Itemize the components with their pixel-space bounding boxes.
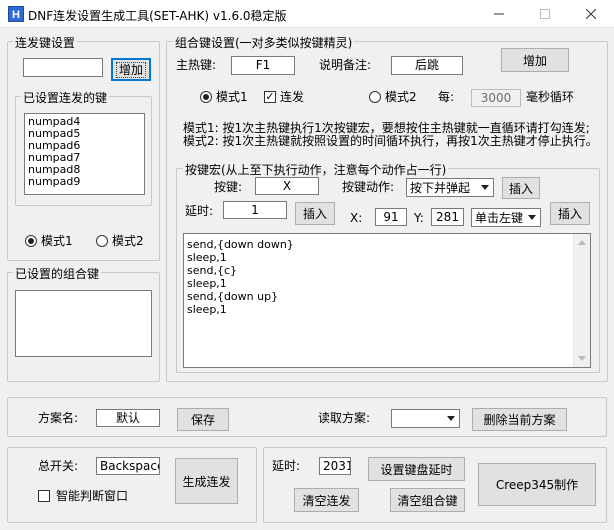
burst-add-label: 增加 [115,61,146,78]
burst-mode1-label: 模式1 [41,234,73,248]
macro-line: send,{c} [187,264,237,277]
generate-button[interactable]: 生成连发 [175,458,238,504]
clear-burst-button[interactable]: 清空连发 [294,488,359,512]
macro-delay-input[interactable]: 1 [223,201,287,219]
credit-button[interactable]: Creep345制作 [478,463,596,506]
scroll-down-icon[interactable] [578,356,586,361]
combo-add-button[interactable]: 增加 [501,48,569,72]
keyboard-delay-label: 延时: [272,459,301,473]
delete-scheme-button[interactable]: 删除当前方案 [472,408,567,431]
set-keys-list[interactable]: numpad4 numpad5 numpad6 numpad7 numpad8 … [24,113,145,195]
set-keys-title: 已设置连发的键 [21,89,110,106]
svg-text:H: H [12,9,20,21]
burst-add-button[interactable]: 增加 [111,58,151,81]
macro-line: sleep,1 [187,277,227,290]
close-button[interactable] [568,0,614,28]
macro-lines: send,{down down} sleep,1 send,{c} sleep,… [187,238,294,316]
app-icon: H [8,6,24,22]
loop-label: 毫秒循环 [526,90,575,104]
insert-key-button[interactable]: 插入 [502,177,540,199]
minimize-button[interactable] [476,0,522,28]
radio-dot [28,238,34,244]
insert-click-button[interactable]: 插入 [550,202,590,225]
action-select[interactable]: 按下并弹起 [406,178,494,197]
combo-list-box[interactable] [15,290,152,357]
title-bar: H DNF连发设置生成工具(SET-AHK) v1.6.0稳定版 [0,0,614,28]
scroll-up-icon[interactable] [578,240,586,245]
combo-mode1-label: 模式1 [216,90,248,104]
y-input[interactable]: 281 [431,208,464,226]
chevron-down-icon [477,179,493,196]
action-select-value: 按下并弹起 [410,181,471,195]
macro-line: send,{down down} [187,238,294,251]
macro-group-title: 按键宏(从上至下执行动作，注意每个动作占一行) [183,161,449,178]
burst-key-input[interactable] [23,58,103,77]
scheme-name-label: 方案名: [38,411,79,425]
maximize-icon [540,9,550,19]
click-select-value: 单击左键 [475,211,524,225]
window-title: DNF连发设置生成工具(SET-AHK) v1.6.0稳定版 [28,9,287,23]
list-item[interactable]: numpad9 [28,176,141,188]
mode2-description: 模式2: 按1次主热键就按照设置的时间循环执行，再按1次主热键才停止执行。 [183,134,598,148]
macro-scrollbar[interactable] [573,234,590,367]
macro-textarea[interactable]: send,{down down} sleep,1 send,{c} sleep,… [183,233,591,368]
save-button[interactable]: 保存 [177,408,229,431]
note-label: 说明备注: [319,58,372,72]
macro-delay-label: 延时: [185,204,214,218]
hotkey-label: 主热键: [176,58,217,72]
burst-mode2-label: 模式2 [112,234,144,248]
combo-list-title: 已设置的组合键 [13,265,102,282]
chevron-down-icon [443,410,459,427]
macro-line: send,{down up} [187,290,279,303]
chevron-down-icon [524,209,540,226]
burst-mode2-radio[interactable] [96,235,108,247]
x-label: X: [350,211,363,225]
smart-window-label: 智能判断窗口 [56,489,129,503]
burst-checkbox[interactable]: ✓ [264,91,276,103]
keyboard-delay-input[interactable]: 2031 [319,457,351,475]
close-icon [586,9,596,19]
macro-key-input[interactable]: X [255,177,319,195]
burst-checkbox-label: 连发 [280,90,305,104]
every-input[interactable]: 3000 [471,89,521,107]
set-keyboard-delay-button[interactable]: 设置键盘延时 [368,457,465,481]
combo-mode1-radio[interactable] [200,91,212,103]
hotkey-input[interactable]: F1 [231,56,295,75]
action-label: 按键动作: [342,180,395,194]
smart-window-checkbox[interactable] [38,490,50,502]
y-label: Y: [414,211,424,225]
burst-mode1-radio[interactable] [25,235,37,247]
check-icon: ✓ [265,90,275,103]
minimize-icon [494,13,504,15]
x-input[interactable]: 91 [375,208,407,226]
read-scheme-label: 读取方案: [318,411,371,425]
clear-combo-button[interactable]: 清空组合键 [390,488,465,512]
scheme-name-input[interactable]: 默认 [96,409,160,427]
macro-line: sleep,1 [187,303,227,316]
combo-mode2-radio[interactable] [369,91,381,103]
click-select[interactable]: 单击左键 [471,208,541,227]
burst-group-title: 连发键设置 [13,34,78,51]
macro-key-label: 按键: [214,180,243,194]
master-switch-input[interactable]: Backspace [96,457,160,475]
maximize-button[interactable] [522,0,568,28]
note-input[interactable]: 后跳 [391,56,463,75]
radio-dot [203,94,209,100]
macro-line: sleep,1 [187,251,227,264]
combo-group-title: 组合键设置(一对多类似按键精灵) [173,34,355,51]
read-scheme-select[interactable] [391,409,460,428]
every-label: 每: [438,90,455,104]
master-switch-label: 总开关: [38,459,79,473]
insert-delay-button[interactable]: 插入 [295,202,335,225]
combo-mode2-label: 模式2 [385,90,417,104]
